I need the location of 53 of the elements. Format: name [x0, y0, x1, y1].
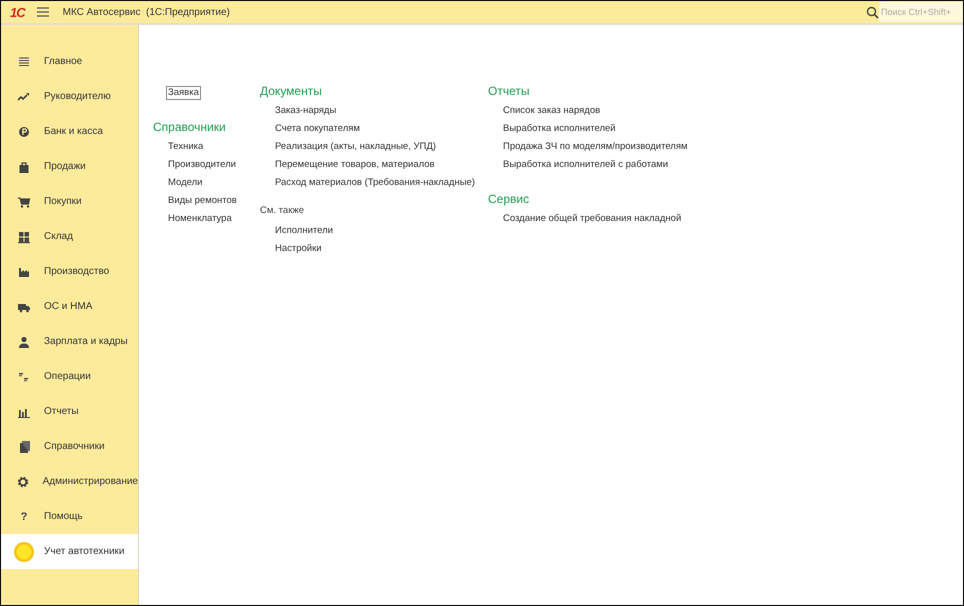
logo: 1С: [10, 4, 25, 20]
nav-link[interactable]: Производители: [167, 156, 237, 174]
nav-link[interactable]: Исполнители: [274, 222, 334, 240]
nav-link[interactable]: Номенклатура: [167, 210, 233, 228]
nav-link[interactable]: Расход материалов (Требования-накладные): [274, 174, 476, 192]
sidebar-item[interactable]: Производство: [1, 254, 138, 289]
search-field[interactable]: Поиск Ctrl+Shift+: [879, 2, 963, 22]
section-heading: Отчеты: [488, 84, 530, 98]
books-icon: [17, 440, 31, 454]
sidebar-item[interactable]: Справочники: [1, 429, 138, 464]
sidebar-item[interactable]: Операции: [1, 359, 138, 394]
nav-link[interactable]: Продажа ЗЧ по моделям/производителям: [502, 138, 689, 156]
nav-link[interactable]: Счета покупателям: [274, 120, 361, 138]
nav-link[interactable]: Заявка: [166, 86, 201, 100]
nav-link[interactable]: Выработка исполнителей с работами: [502, 156, 670, 174]
nav-link[interactable]: Модели: [167, 174, 204, 192]
nav-link[interactable]: Список заказ нарядов: [502, 102, 602, 120]
sidebar-item[interactable]: Склад: [1, 219, 138, 254]
bag-icon: [17, 160, 31, 174]
section-heading: Документы: [260, 84, 322, 98]
person-icon: [17, 334, 31, 348]
nav-link[interactable]: Заказ-наряды: [274, 102, 338, 120]
nav-link[interactable]: Перемещение товаров, материалов: [274, 156, 436, 174]
sidebar-item[interactable]: Зарплата и кадры: [1, 324, 138, 359]
window-title: МКС Автосервис (1С:Предприятие): [62, 6, 230, 18]
sidebar-item[interactable]: ОС и НМА: [1, 289, 138, 324]
list-icon: [17, 54, 31, 68]
menu-icon[interactable]: [36, 7, 49, 17]
help-icon: ?: [20, 510, 28, 522]
sidebar-item[interactable]: Продажи: [1, 149, 138, 184]
nav-link[interactable]: Техника: [167, 138, 204, 156]
nav-link[interactable]: Реализация (акты, накладные, УПД): [274, 138, 437, 156]
nav-link[interactable]: Выработка исполнителей: [502, 120, 617, 138]
nav-link[interactable]: Настройки: [274, 240, 323, 258]
sidebar-item[interactable]: Главное: [1, 44, 138, 79]
sidebar-item[interactable]: Банк и касса: [1, 114, 138, 149]
sidebar-item[interactable]: Руководителю: [1, 79, 138, 114]
settings-icon: [16, 474, 30, 488]
search-icon: [866, 6, 879, 18]
sidebar-item[interactable]: ? Помощь: [1, 499, 138, 534]
cart-icon: [17, 194, 31, 208]
section-heading: Сервис: [488, 192, 530, 206]
coin-icon: [17, 124, 31, 138]
sidebar-item[interactable]: Администрирование: [1, 464, 138, 499]
sidebar-item[interactable]: Покупки: [1, 184, 138, 219]
sidebar-item[interactable]: Учет автотехники: [1, 534, 138, 569]
nav-link[interactable]: Виды ремонтов: [167, 192, 238, 210]
circle-icon: [13, 540, 35, 562]
nav-link[interactable]: Создание общей требования накладной: [502, 210, 682, 228]
section-heading: Справочники: [153, 120, 226, 134]
sidebar-item[interactable]: Отчеты: [1, 394, 138, 429]
grid-icon: [17, 230, 31, 244]
see-also-label: См. также: [260, 205, 304, 216]
